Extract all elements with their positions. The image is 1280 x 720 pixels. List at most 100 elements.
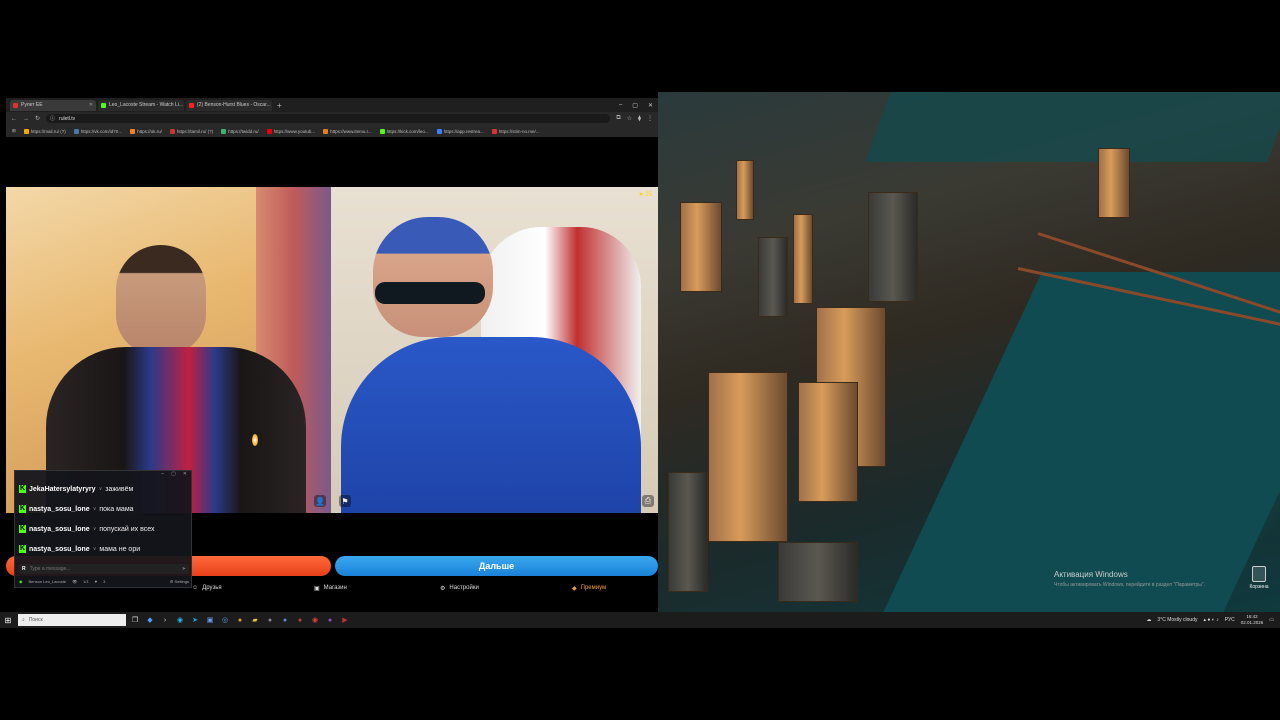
- clock[interactable]: 16:42 02.01.2026: [1241, 614, 1264, 626]
- next-button[interactable]: Дальше: [335, 556, 658, 576]
- bookmark-item[interactable]: https://ok.ru/: [130, 128, 162, 134]
- url-text: ruletl.tv: [59, 115, 76, 122]
- desktop-screen: Активация Windows Чтобы активировать Win…: [0, 92, 1280, 628]
- kick-badge-icon: K: [19, 525, 26, 533]
- star-icon[interactable]: ☆: [627, 115, 632, 122]
- app-icon[interactable]: ◆: [144, 614, 156, 626]
- nav-shop[interactable]: ▣ Магазин: [314, 585, 347, 592]
- apps-icon[interactable]: ⊞: [12, 128, 16, 134]
- url-field[interactable]: ⓘ ruletl.tv: [46, 114, 611, 123]
- chat-settings-button[interactable]: ⚙ Settings: [170, 579, 189, 584]
- nav-premium[interactable]: ◆ Премиум: [572, 585, 606, 592]
- notifications-icon[interactable]: ▭: [1269, 617, 1274, 623]
- tray-icons[interactable]: ▴ ● ◐ ♪: [1204, 617, 1219, 623]
- nav-settings[interactable]: ⚙ Настройки: [440, 585, 479, 592]
- chat-message: K nastya_sosu_lone ∨ мама не ори: [15, 539, 191, 559]
- send-icon[interactable]: ➤: [182, 566, 186, 572]
- report-icon[interactable]: ⚑: [339, 495, 351, 507]
- likes-count: 3: [103, 579, 106, 584]
- telegram-icon[interactable]: ➤: [189, 614, 201, 626]
- desktop-wallpaper: [658, 92, 1280, 612]
- install-app-icon[interactable]: ⧉: [616, 115, 620, 122]
- chat-username[interactable]: JekaHatersylatyryry: [29, 486, 96, 493]
- bookmark-item[interactable]: https://www.youtub...: [266, 128, 315, 134]
- browser-tab-youtube[interactable]: (2) Benson-Hurst Blues - Oscar... ✕: [186, 99, 272, 111]
- bookmark-item[interactable]: https://www.itemu.r...: [323, 128, 372, 134]
- shop-icon: ▣: [314, 585, 320, 592]
- chat-input[interactable]: R Type a message... ➤: [19, 564, 189, 574]
- chat-username[interactable]: nastya_sosu_lone: [29, 546, 90, 553]
- clock-date: 02.01.2026: [1240, 620, 1264, 625]
- chat-message: K nastya_sosu_lone ∨ пока мама: [15, 499, 191, 519]
- badge-count: 25: [645, 192, 652, 198]
- nav-premium-label: Премиум: [580, 585, 607, 591]
- chat-text: заживём: [105, 485, 134, 493]
- new-tab-button[interactable]: +: [277, 101, 282, 110]
- chat-window-controls: – ▢ ✕: [15, 471, 191, 479]
- chat-username[interactable]: nastya_sosu_lone: [29, 506, 90, 513]
- chat-footer: ◉ Benson Leo_Lacoste 👁 1/1 ♥ 3 ⚙ Setting…: [19, 577, 189, 586]
- back-icon[interactable]: ←: [11, 116, 17, 122]
- kick-badge-icon: K: [19, 545, 26, 553]
- browser-icon[interactable]: ◎: [219, 614, 231, 626]
- camera-switch-icon[interactable]: ⎙: [642, 495, 654, 507]
- terminal-icon[interactable]: ›: [159, 614, 171, 626]
- minimize-button[interactable]: –: [619, 102, 622, 109]
- site-info-icon[interactable]: ⓘ: [50, 115, 55, 122]
- app-icon[interactable]: ●: [324, 614, 336, 626]
- friends-icon: ☺: [192, 585, 199, 591]
- app-icon[interactable]: ●: [234, 614, 246, 626]
- system-tray: ☁ 3°C Mostly cloudy ▴ ● ◐ ♪ РУС 16:42 02…: [1146, 614, 1280, 626]
- app-icon[interactable]: ●: [294, 614, 306, 626]
- app-icon[interactable]: ▶: [339, 614, 351, 626]
- bookmark-item[interactable]: https://app.restrea...: [436, 128, 484, 134]
- tab-favicon-icon: [189, 102, 194, 108]
- bookmark-label: https://tamil.ru/ (?): [176, 128, 214, 134]
- menu-icon[interactable]: ⋮: [647, 115, 653, 122]
- taskbar-search[interactable]: ⌕ Поиск: [18, 614, 126, 626]
- bookmarks-bar: ⊞ https://mail.ru/ (?) https://vk.com/id7…: [6, 125, 658, 137]
- browser-tab-kick[interactable]: Leo_Lacoste Stream - Watch Li... ✕: [98, 99, 184, 111]
- start-button-icon[interactable]: ⊞: [0, 612, 16, 628]
- bookmark-item[interactable]: https://vk.com/id70...: [73, 128, 122, 134]
- kick-badge-icon: K: [19, 505, 26, 513]
- edge-icon[interactable]: ◉: [174, 614, 186, 626]
- bookmark-favicon-icon: [491, 128, 497, 134]
- chat-input-placeholder: Type a message...: [29, 566, 71, 572]
- reload-icon[interactable]: ↻: [35, 115, 40, 122]
- chat-username[interactable]: nastya_sosu_lone: [29, 526, 90, 533]
- forward-icon[interactable]: →: [23, 116, 29, 122]
- folder-icon[interactable]: ▰: [249, 614, 261, 626]
- bookmark-item[interactable]: https://twidd.ru/: [221, 128, 259, 134]
- recycle-bin[interactable]: Корзина: [1246, 562, 1272, 592]
- nav-friends-label: Друзья: [202, 585, 222, 591]
- video-area: 👤 ★ 25 ⚑ ⎙: [6, 187, 658, 513]
- extensions-icon[interactable]: ⧫: [638, 115, 641, 122]
- app-icon[interactable]: ▣: [204, 614, 216, 626]
- bookmark-item[interactable]: https://kick.com/leo...: [379, 128, 429, 134]
- close-window-button[interactable]: ✕: [648, 102, 653, 109]
- chrome-icon[interactable]: ◉: [309, 614, 321, 626]
- maximize-chat-icon[interactable]: ▢: [171, 471, 176, 479]
- search-icon: ⌕: [22, 617, 25, 623]
- chat-message: K nastya_sosu_lone ∨ попускай их всех: [15, 519, 191, 539]
- task-view-icon[interactable]: ❐: [129, 614, 141, 626]
- browser-tab-roulette[interactable]: Рулет ЕЕ ✕: [10, 99, 96, 111]
- viewers-count: 1/1: [83, 579, 89, 584]
- bookmark-label: https://kick.com/leo...: [386, 128, 429, 134]
- weather-text[interactable]: 3°C Mostly cloudy: [1157, 617, 1197, 623]
- app-icon[interactable]: ●: [279, 614, 291, 626]
- app-icon[interactable]: ●: [264, 614, 276, 626]
- minimize-chat-icon[interactable]: –: [161, 471, 164, 479]
- bookmark-item[interactable]: https://tamil.ru/ (?): [169, 128, 214, 134]
- bookmark-item[interactable]: https://mail.ru/ (?): [23, 128, 66, 134]
- maximize-button[interactable]: ▢: [632, 102, 638, 109]
- close-tab-icon[interactable]: ✕: [89, 102, 93, 108]
- language-indicator[interactable]: РУС: [1225, 617, 1235, 623]
- bookmark-favicon-icon: [379, 128, 385, 134]
- user-profile-icon[interactable]: 👤: [314, 495, 326, 507]
- bookmark-item[interactable]: https://stim-no.me/...: [491, 128, 539, 134]
- weather-icon[interactable]: ☁: [1146, 617, 1151, 623]
- nav-friends[interactable]: ☺ Друзья: [192, 585, 222, 591]
- close-chat-icon[interactable]: ✕: [183, 471, 187, 479]
